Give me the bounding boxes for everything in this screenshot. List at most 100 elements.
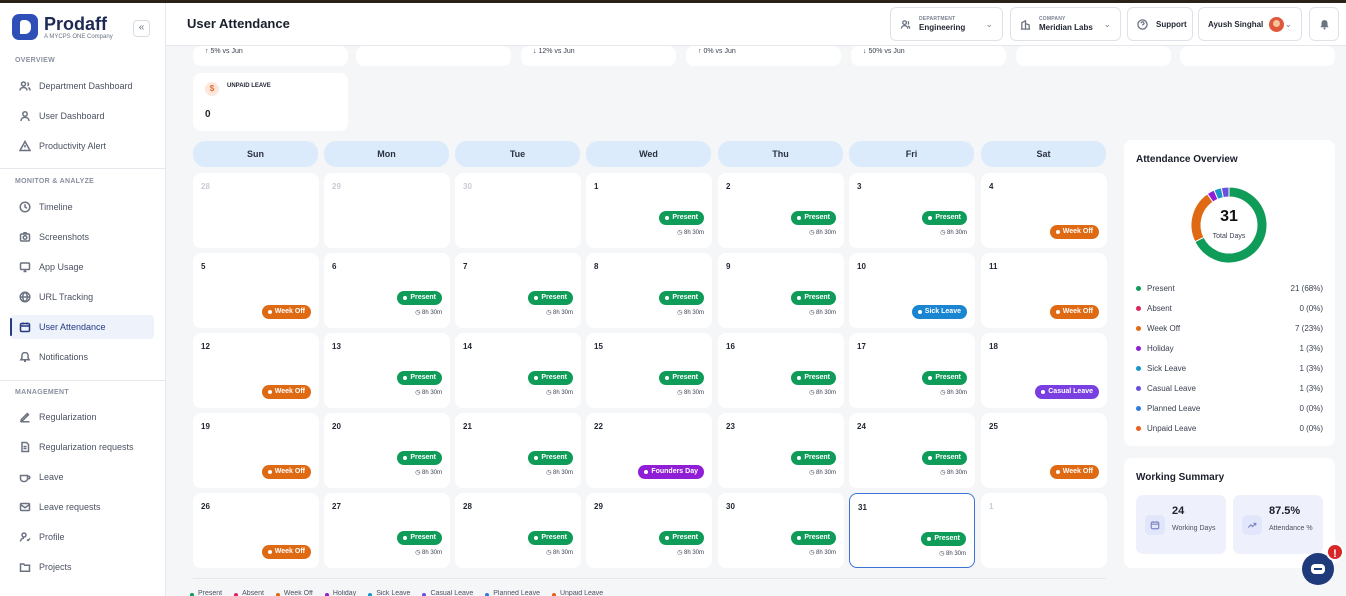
company-select[interactable]: COMPANY Meridian Labs ⌄ <box>1010 7 1121 41</box>
status-badge: Present <box>528 451 573 465</box>
status-badge: Present <box>791 371 836 385</box>
sidebar-item-label: Department Dashboard <box>39 81 133 91</box>
sidebar-item-department-dashboard[interactable]: Department Dashboard <box>10 74 154 98</box>
calendar-day[interactable]: 9 Present 8h 30m <box>718 253 844 328</box>
calendar-day[interactable]: 17 Present 8h 30m <box>849 333 975 408</box>
calendar-day[interactable]: 7 Present 8h 30m <box>455 253 581 328</box>
sidebar-item-app-usage[interactable]: App Usage <box>10 255 154 279</box>
calendar-day[interactable]: 26 Week Off <box>193 493 319 568</box>
calendar-day[interactable]: 3 Present 8h 30m <box>849 173 975 248</box>
dollar-icon: $ <box>205 82 219 96</box>
sidebar-item-productivity-alert[interactable]: Productivity Alert <box>10 134 154 158</box>
calendar-day[interactable]: 23 Present 8h 30m <box>718 413 844 488</box>
calendar-day[interactable]: 25 Week Off <box>981 413 1107 488</box>
hours-worked: 8h 30m <box>940 229 967 236</box>
brand[interactable]: Prodaff A MYCPS ONE Company <box>12 14 113 40</box>
calendar-day[interactable]: 29 Present 8h 30m <box>586 493 712 568</box>
sidebar-item-projects[interactable]: Projects <box>10 555 154 579</box>
app-usage-icon <box>19 261 31 273</box>
working-summary-card: Working Summary 24 Working Days 87.5% At… <box>1124 458 1335 568</box>
unpaid-leave-value: 0 <box>205 109 211 120</box>
calendar-day[interactable]: 5 Week Off <box>193 253 319 328</box>
sidebar-item-regularization[interactable]: Regularization <box>10 405 154 429</box>
overview-title: Attendance Overview <box>1136 154 1238 165</box>
overview-label: Holiday <box>1147 343 1174 353</box>
day-number: 2 <box>726 182 731 191</box>
calendar-day[interactable]: 13 Present 8h 30m <box>324 333 450 408</box>
legend-dot <box>1136 325 1141 331</box>
calendar-day[interactable]: 28 Present 8h 30m <box>455 493 581 568</box>
calendar-day[interactable]: 30 Present 8h 30m <box>718 493 844 568</box>
status-badge: Present <box>659 371 704 385</box>
calendar-day[interactable]: 1 <box>981 493 1107 568</box>
calendar-day[interactable]: 28 <box>193 173 319 248</box>
calendar-day[interactable]: 11 Week Off <box>981 253 1107 328</box>
status-badge: Present <box>659 211 704 225</box>
calendar-day[interactable]: 4 Week Off <box>981 173 1107 248</box>
day-number: 3 <box>857 182 862 191</box>
legend-dot <box>1136 345 1141 351</box>
calendar-day-today[interactable]: 31 Present 8h 30m <box>849 493 975 568</box>
sidebar-item-user-attendance[interactable]: User Attendance <box>10 315 154 339</box>
calendar-day[interactable]: 6 Present 8h 30m <box>324 253 450 328</box>
calendar-day[interactable]: 29 <box>324 173 450 248</box>
calendar-day[interactable]: 15 Present 8h 30m <box>586 333 712 408</box>
chat-alert-badge[interactable]: ! <box>1326 543 1344 561</box>
legend-dot <box>1136 285 1141 291</box>
sidebar-item-leave[interactable]: Leave <box>10 465 154 489</box>
legend-item: Week Off <box>275 590 313 596</box>
collapse-sidebar-button[interactable]: « <box>133 20 150 37</box>
calendar-day[interactable]: 20 Present 8h 30m <box>324 413 450 488</box>
status-badge: Present <box>791 211 836 225</box>
hours-worked: 8h 30m <box>546 549 573 556</box>
sidebar-item-url-tracking[interactable]: URL Tracking <box>10 285 154 309</box>
day-number: 5 <box>201 262 206 271</box>
status-badge: Week Off <box>1049 305 1099 319</box>
stat-card <box>356 46 511 66</box>
sidebar-item-label: Leave requests <box>39 502 101 512</box>
calendar-day[interactable]: 22 Founders Day <box>586 413 712 488</box>
sidebar-item-user-dashboard[interactable]: User Dashboard <box>10 104 154 128</box>
calendar-day[interactable]: 12 Week Off <box>193 333 319 408</box>
calendar-day[interactable]: 18 Casual Leave <box>981 333 1107 408</box>
day-number: 10 <box>857 262 866 271</box>
sidebar-item-label: User Dashboard <box>39 111 105 121</box>
calendar-day[interactable]: 1 Present 8h 30m <box>586 173 712 248</box>
calendar-day[interactable]: 21 Present 8h 30m <box>455 413 581 488</box>
hours-worked: 8h 30m <box>415 389 442 396</box>
sidebar-item-profile[interactable]: Profile <box>10 525 154 549</box>
legend-label: Absent <box>242 590 264 596</box>
sidebar-item-leave-requests[interactable]: Leave requests <box>10 495 154 519</box>
status-badge: Week Off <box>261 545 311 559</box>
calendar-day[interactable]: 10 Sick Leave <box>849 253 975 328</box>
status-badge: Present <box>528 371 573 385</box>
top-header: User Attendance DEPARTMENT Engineering ⌄… <box>166 3 1346 46</box>
calendar-day[interactable]: 19 Week Off <box>193 413 319 488</box>
calendar-day[interactable]: 24 Present 8h 30m <box>849 413 975 488</box>
legend-label: Planned Leave <box>493 590 540 596</box>
sidebar-item-screenshots[interactable]: Screenshots <box>10 225 154 249</box>
chevron-down-icon: ⌄ <box>1103 19 1111 29</box>
calendar-day[interactable]: 14 Present 8h 30m <box>455 333 581 408</box>
leave-requests-icon <box>19 501 31 513</box>
sidebar-item-notifications[interactable]: Notifications <box>10 345 154 369</box>
working-summary-title: Working Summary <box>1136 472 1225 483</box>
calendar-day[interactable]: 8 Present 8h 30m <box>586 253 712 328</box>
overview-label: Absent <box>1147 303 1172 313</box>
sidebar-item-timeline[interactable]: Timeline <box>10 195 154 219</box>
calendar-day[interactable]: 2 Present 8h 30m <box>718 173 844 248</box>
notifications-bell-button[interactable] <box>1309 7 1339 41</box>
legend-dot <box>1136 385 1141 391</box>
calendar-day[interactable]: 30 <box>455 173 581 248</box>
sidebar-item-regularization-requests[interactable]: Regularization requests <box>10 435 154 459</box>
day-number: 27 <box>332 502 341 511</box>
page-title: User Attendance <box>187 16 290 31</box>
calendar-day[interactable]: 16 Present 8h 30m <box>718 333 844 408</box>
support-button[interactable]: Support <box>1127 7 1193 41</box>
user-menu[interactable]: Ayush Singhal ⌄ <box>1198 7 1302 41</box>
prodaff-logo-icon <box>12 14 38 40</box>
department-select[interactable]: DEPARTMENT Engineering ⌄ <box>890 7 1003 41</box>
calendar-day[interactable]: 27 Present 8h 30m <box>324 493 450 568</box>
overview-label: Week Off <box>1147 323 1181 333</box>
overview-row-present: Present 21 (68%) <box>1136 282 1323 294</box>
